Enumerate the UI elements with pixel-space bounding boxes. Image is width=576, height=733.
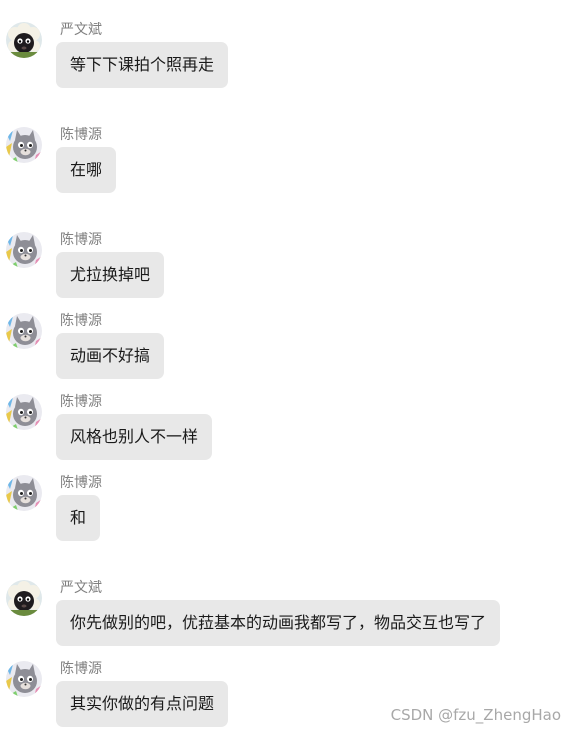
cat-avatar[interactable] bbox=[6, 661, 42, 697]
message-bubble[interactable]: 风格也别人不一样 bbox=[56, 414, 213, 460]
cat-avatar[interactable] bbox=[6, 232, 42, 268]
sender-name: 陈博源 bbox=[60, 475, 102, 491]
message-bubble[interactable]: 你先做别的吧，优菈基本的动画我都写了，物品交互也写了 bbox=[56, 600, 501, 646]
message-bubble[interactable]: 在哪 bbox=[56, 147, 117, 193]
sheep-avatar[interactable] bbox=[6, 580, 42, 616]
message-bubble[interactable]: 等下下课拍个照再走 bbox=[56, 42, 229, 88]
sender-name: 陈博源 bbox=[60, 661, 102, 677]
cat-avatar[interactable] bbox=[6, 313, 42, 349]
watermark-text: CSDN @fzu_ZhengHao bbox=[390, 706, 561, 724]
message-bubble[interactable]: 动画不好搞 bbox=[56, 333, 165, 379]
sender-name: 陈博源 bbox=[60, 232, 102, 248]
message-bubble[interactable]: 尤拉换掉吧 bbox=[56, 252, 165, 298]
cat-avatar[interactable] bbox=[6, 127, 42, 163]
sheep-avatar[interactable] bbox=[6, 22, 42, 58]
message-bubble[interactable]: 其实你做的有点问题 bbox=[56, 681, 229, 727]
message-bubble[interactable]: 和 bbox=[56, 495, 101, 541]
cat-avatar[interactable] bbox=[6, 475, 42, 511]
cat-avatar[interactable] bbox=[6, 394, 42, 430]
sender-name: 严文斌 bbox=[60, 580, 102, 596]
sender-name: 陈博源 bbox=[60, 127, 102, 143]
sender-name: 严文斌 bbox=[60, 22, 102, 38]
sender-name: 陈博源 bbox=[60, 394, 102, 410]
sender-name: 陈博源 bbox=[60, 313, 102, 329]
